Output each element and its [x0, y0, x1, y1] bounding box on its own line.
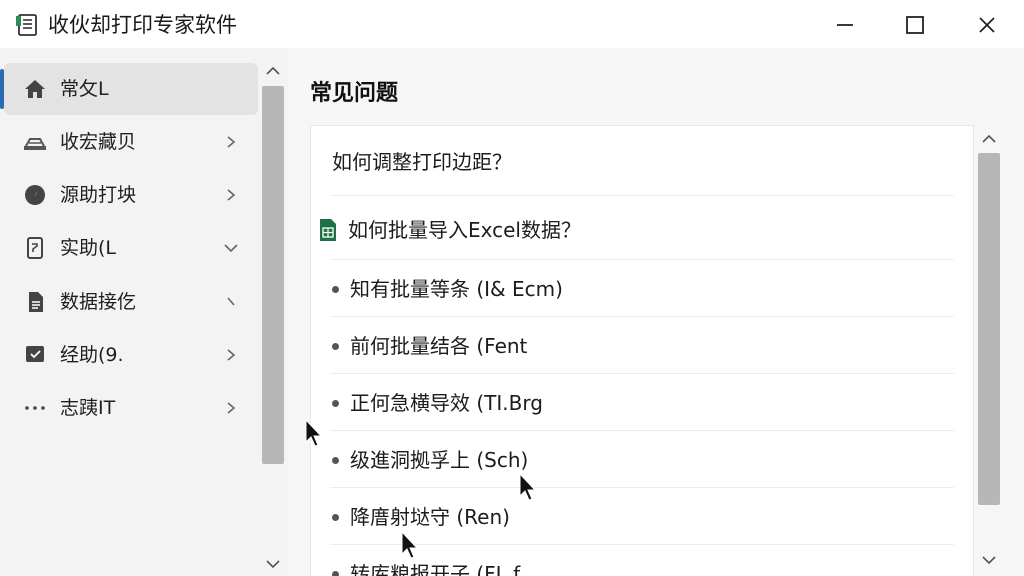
maximize-button[interactable]: [900, 10, 930, 40]
faq-item[interactable]: 正何急横导效 (TI.Brg: [330, 374, 954, 431]
title-bar: 收伙却打印专家软件: [0, 0, 1024, 48]
minimize-button[interactable]: [830, 10, 860, 40]
faq-item[interactable]: 知有批量等条 (I& Ecm): [330, 260, 954, 317]
sidebar-item-label: 收宏藏贝: [60, 131, 137, 153]
chevron-collapsed-icon: [227, 297, 235, 306]
sidebar-item-label: 数据接仡: [60, 291, 137, 313]
cursor-arrow-icon: [401, 530, 419, 559]
bullet-icon: [332, 514, 339, 521]
chevron-right-icon: [227, 136, 236, 148]
home-icon: [25, 80, 45, 98]
sidebar-item-experience[interactable]: 经助(9.: [4, 329, 258, 381]
close-button[interactable]: [972, 10, 1002, 40]
sidebar-item-data[interactable]: 数据接仡: [4, 276, 258, 328]
sidebar-item-label: 源助打坱: [60, 184, 137, 206]
app-logo-icon: [16, 14, 37, 36]
faq-item[interactable]: 降庴射垯守 (Ren): [330, 488, 954, 545]
sidebar-item-home[interactable]: 常攵L: [0, 63, 258, 115]
sidebar-item-guide[interactable]: 源助打坱: [4, 169, 258, 221]
scanner-icon: [24, 138, 46, 150]
sidebar-item-label: 志跠IT: [60, 397, 116, 419]
file-icon: [29, 292, 43, 312]
faq-item-text: 降庴射垯守 (Ren): [350, 505, 510, 529]
page-title: 常见问题: [310, 81, 399, 106]
faq-item-text: 转库粮报开子 (FL f: [350, 562, 521, 576]
faq-item[interactable]: 前何批量结各 (Fent: [330, 317, 954, 374]
cursor-arrow-icon: [305, 418, 323, 447]
window-title: 收伙却打印专家软件: [48, 13, 237, 37]
cursor-arrow-icon: [519, 472, 537, 501]
faq-item-text: 如何调整打印边距？: [332, 150, 512, 174]
bullet-icon: [332, 343, 339, 350]
chevron-right-icon: [227, 349, 236, 361]
faq-scrollbar-thumb[interactable]: [978, 153, 1000, 505]
faq-item[interactable]: 级進洞拠孚上 (Sch): [330, 431, 954, 488]
chevron-right-icon: [227, 402, 236, 414]
bullet-icon: [332, 571, 339, 576]
sidebar-item-label: 实助(L: [60, 237, 116, 259]
sidebar-item-more[interactable]: 志跠IT: [4, 382, 258, 434]
chevron-right-icon: [227, 189, 236, 201]
faq-item-text: 正何急横导效 (TI.Brg: [350, 391, 543, 415]
faq-item-text: 前何批量结各 (Fent: [350, 334, 528, 358]
more-icon: [25, 406, 45, 410]
faq-item-text: 级進洞拠孚上 (Sch): [350, 448, 529, 472]
sidebar-item-label: 经助(9.: [60, 344, 124, 366]
sidebar-scrollbar-thumb[interactable]: [262, 86, 284, 464]
faq-item-excel[interactable]: 如何批量导入Excel数据？: [320, 196, 954, 260]
sidebar-item-label: 常攵L: [60, 78, 109, 100]
sidebar-item-practical[interactable]: 实助(L: [4, 222, 258, 274]
faq-item-text: 知有批量等条 (I& Ecm): [350, 277, 563, 301]
faq-item[interactable]: 转库粮报开子 (FL f: [330, 545, 954, 576]
chat-icon: [26, 346, 44, 362]
document-icon: [27, 237, 43, 259]
faq-item[interactable]: 如何调整打印边距？: [330, 132, 954, 196]
bullet-icon: [332, 400, 339, 407]
chevron-down-icon: [224, 244, 238, 253]
sidebar-item-scan[interactable]: 收宏藏贝: [4, 116, 258, 168]
bullet-icon: [332, 286, 339, 293]
excel-icon: [320, 219, 336, 241]
faq-item-text: 如何批量导入Excel数据？: [348, 218, 581, 242]
compass-icon: [25, 185, 45, 205]
bullet-icon: [332, 457, 339, 464]
